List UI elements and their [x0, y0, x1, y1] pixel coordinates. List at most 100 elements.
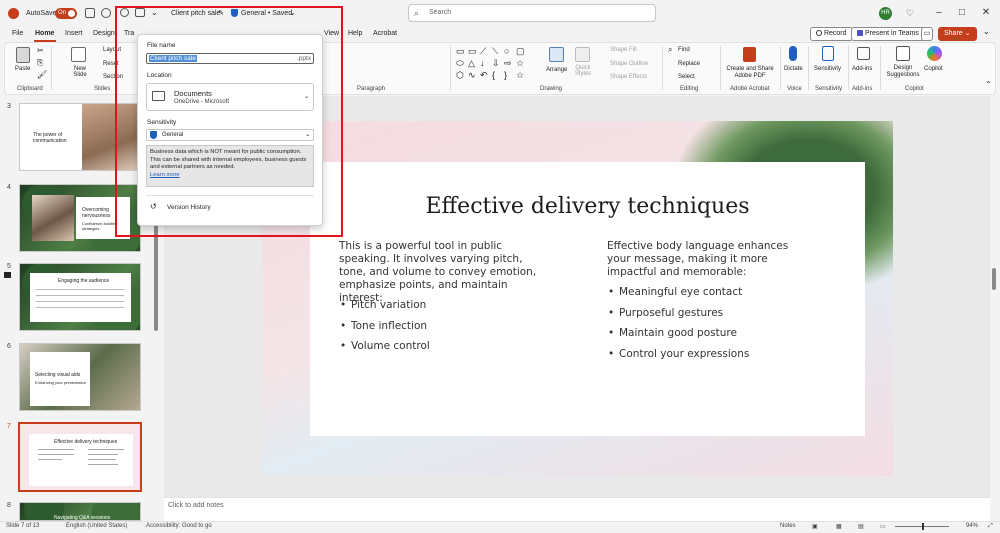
arrange-icon[interactable]: [549, 47, 564, 62]
addins-label[interactable]: Add-ins: [852, 66, 872, 72]
addins-icon[interactable]: [857, 47, 870, 60]
adobe-pdf-icon[interactable]: [743, 47, 756, 62]
notes-toggle[interactable]: Notes: [780, 523, 796, 529]
find-button[interactable]: Find: [678, 47, 690, 53]
sensitivity-icon[interactable]: [822, 46, 834, 61]
slide-thumbnail-8[interactable]: Navigating Q&A sessions: [19, 502, 141, 521]
menu-home[interactable]: Home: [35, 30, 54, 37]
microphone-icon[interactable]: [789, 46, 797, 61]
zoom-level[interactable]: 94%: [966, 523, 978, 529]
save-icon[interactable]: [85, 8, 95, 18]
thumbnail-title: Engaging the audience: [58, 278, 110, 284]
right-bullet[interactable]: Maintain good posture: [608, 327, 737, 339]
undo-icon[interactable]: [101, 8, 111, 18]
rounded-rect-shape-icon[interactable]: ▢: [516, 46, 525, 57]
search-input[interactable]: Search: [408, 4, 656, 22]
left-bullet[interactable]: Tone inflection: [340, 320, 427, 332]
oval-shape-icon[interactable]: ⬭: [456, 58, 464, 69]
language-status[interactable]: English (United States): [66, 523, 127, 529]
dictate-label[interactable]: Dictate: [784, 66, 803, 72]
maximize-icon[interactable]: □: [956, 7, 968, 19]
new-slide-label[interactable]: New Slide: [69, 66, 91, 78]
copilot-label[interactable]: Copilot: [924, 66, 943, 72]
slide-sorter-icon[interactable]: ▦: [836, 523, 842, 530]
line-shape-icon[interactable]: ⟍: [492, 46, 498, 57]
canvas-scrollbar[interactable]: [992, 268, 996, 290]
right-bullet[interactable]: Control your expressions: [608, 348, 749, 360]
arrow-shape-icon[interactable]: ⇩: [492, 58, 500, 69]
curve-shape-icon[interactable]: ↶: [480, 70, 488, 81]
zoom-slider-thumb[interactable]: [922, 523, 924, 530]
design-suggestions-label[interactable]: Design Suggestions: [884, 65, 922, 79]
right-bullet[interactable]: Meaningful eye contact: [608, 286, 742, 298]
left-column-intro[interactable]: This is a powerful tool in public speaki…: [339, 240, 544, 305]
slide-thumbnail-5[interactable]: Engaging the audience: [19, 263, 141, 331]
shape-outline-button[interactable]: Shape Outline: [610, 61, 648, 67]
rectangle-shape-icon[interactable]: ▭: [468, 46, 477, 57]
accessibility-status[interactable]: Accessibility: Good to go: [146, 523, 212, 529]
create-share-pdf-label[interactable]: Create and Share Adobe PDF: [724, 66, 776, 80]
slide-thumbnail-7[interactable]: Effective delivery techniques: [18, 422, 142, 492]
normal-view-icon[interactable]: ▣: [812, 523, 818, 530]
paste-label[interactable]: Paste: [15, 66, 30, 72]
avatar[interactable]: HR: [879, 7, 892, 20]
right-column-intro[interactable]: Effective body language enhances your me…: [607, 240, 812, 279]
new-slide-icon[interactable]: [71, 47, 86, 62]
copilot-icon[interactable]: [927, 46, 942, 61]
triangle-shape-icon[interactable]: △: [468, 58, 475, 69]
notes-placeholder[interactable]: Click to add notes: [168, 502, 224, 509]
sensitivity-label[interactable]: Sensitivity: [814, 66, 841, 72]
close-icon[interactable]: ✕: [980, 7, 992, 19]
cut-icon[interactable]: ✂: [37, 46, 44, 55]
left-bullet[interactable]: Volume control: [340, 340, 430, 352]
right-bullet[interactable]: Purposeful gestures: [608, 307, 723, 319]
minimize-icon[interactable]: –: [933, 7, 945, 19]
shape-fill-button[interactable]: Shape Fill: [610, 47, 637, 53]
comment-icon[interactable]: [4, 272, 11, 278]
left-bullet[interactable]: Pitch variation: [340, 299, 426, 311]
comments-button[interactable]: ▭: [921, 27, 933, 41]
bracket-shape-icon[interactable]: }: [504, 70, 507, 80]
design-suggestions-icon[interactable]: [896, 46, 910, 61]
select-button[interactable]: Select: [678, 74, 695, 80]
highlight-box: [115, 6, 343, 237]
collapse-ribbon-icon[interactable]: ⌃: [985, 80, 992, 89]
shape-effects-button[interactable]: Shape Effects: [610, 74, 647, 80]
arrow-shape-icon[interactable]: ⇨: [504, 58, 512, 69]
rectangle-shape-icon[interactable]: ▭: [456, 46, 465, 57]
star-shape-icon[interactable]: ☆: [516, 58, 524, 69]
copy-icon[interactable]: ⎘: [37, 58, 43, 68]
oval-shape-icon[interactable]: ○: [504, 46, 509, 56]
reading-view-icon[interactable]: ▤: [858, 523, 864, 530]
star-shape-icon[interactable]: ☆: [516, 70, 524, 81]
menu-insert[interactable]: Insert: [65, 30, 83, 37]
menu-design[interactable]: Design: [93, 30, 115, 37]
slideshow-icon[interactable]: ▭: [880, 523, 886, 530]
share-button[interactable]: Share ⌄: [938, 27, 977, 41]
fit-slide-icon[interactable]: ⤢: [988, 523, 993, 530]
line-shape-icon[interactable]: ⟋: [480, 46, 486, 57]
chevron-down-icon[interactable]: ⌄: [983, 27, 990, 36]
replace-button[interactable]: Replace: [678, 61, 700, 67]
slide-number: 5: [7, 263, 11, 270]
format-painter-icon[interactable]: 🖌: [37, 70, 47, 79]
hexagon-shape-icon[interactable]: ⬡: [456, 70, 464, 81]
bracket-shape-icon[interactable]: {: [492, 70, 495, 80]
paste-icon[interactable]: [16, 47, 30, 63]
autosave-toggle[interactable]: On: [55, 8, 77, 19]
slide-thumbnail-6[interactable]: Selecting visual aids Enhancing your pre…: [19, 343, 141, 411]
menu-acrobat[interactable]: Acrobat: [373, 30, 397, 37]
menu-file[interactable]: File: [12, 30, 23, 37]
arrow-shape-icon[interactable]: ↓: [480, 58, 485, 68]
quick-styles-icon[interactable]: [575, 47, 590, 62]
shapes-gallery[interactable]: ▭ ▭ ⟋ ⟍ ○ ▢ ⬭ △ ↓ ⇩ ⇨ ☆ ⬡ ∿ ↶ { } ☆: [455, 46, 537, 82]
present-in-teams-button[interactable]: Present in Teams: [851, 27, 925, 41]
slide-title[interactable]: Effective delivery techniques: [310, 194, 865, 219]
curve-shape-icon[interactable]: ∿: [468, 70, 476, 81]
notes-pane[interactable]: [164, 497, 990, 521]
record-button[interactable]: Record: [810, 27, 853, 41]
arrange-label[interactable]: Arrange: [546, 67, 567, 73]
lightbulb-icon[interactable]: ♡: [906, 8, 914, 19]
quick-styles-label[interactable]: Quick Styles: [572, 65, 594, 77]
menu-help[interactable]: Help: [348, 30, 362, 37]
